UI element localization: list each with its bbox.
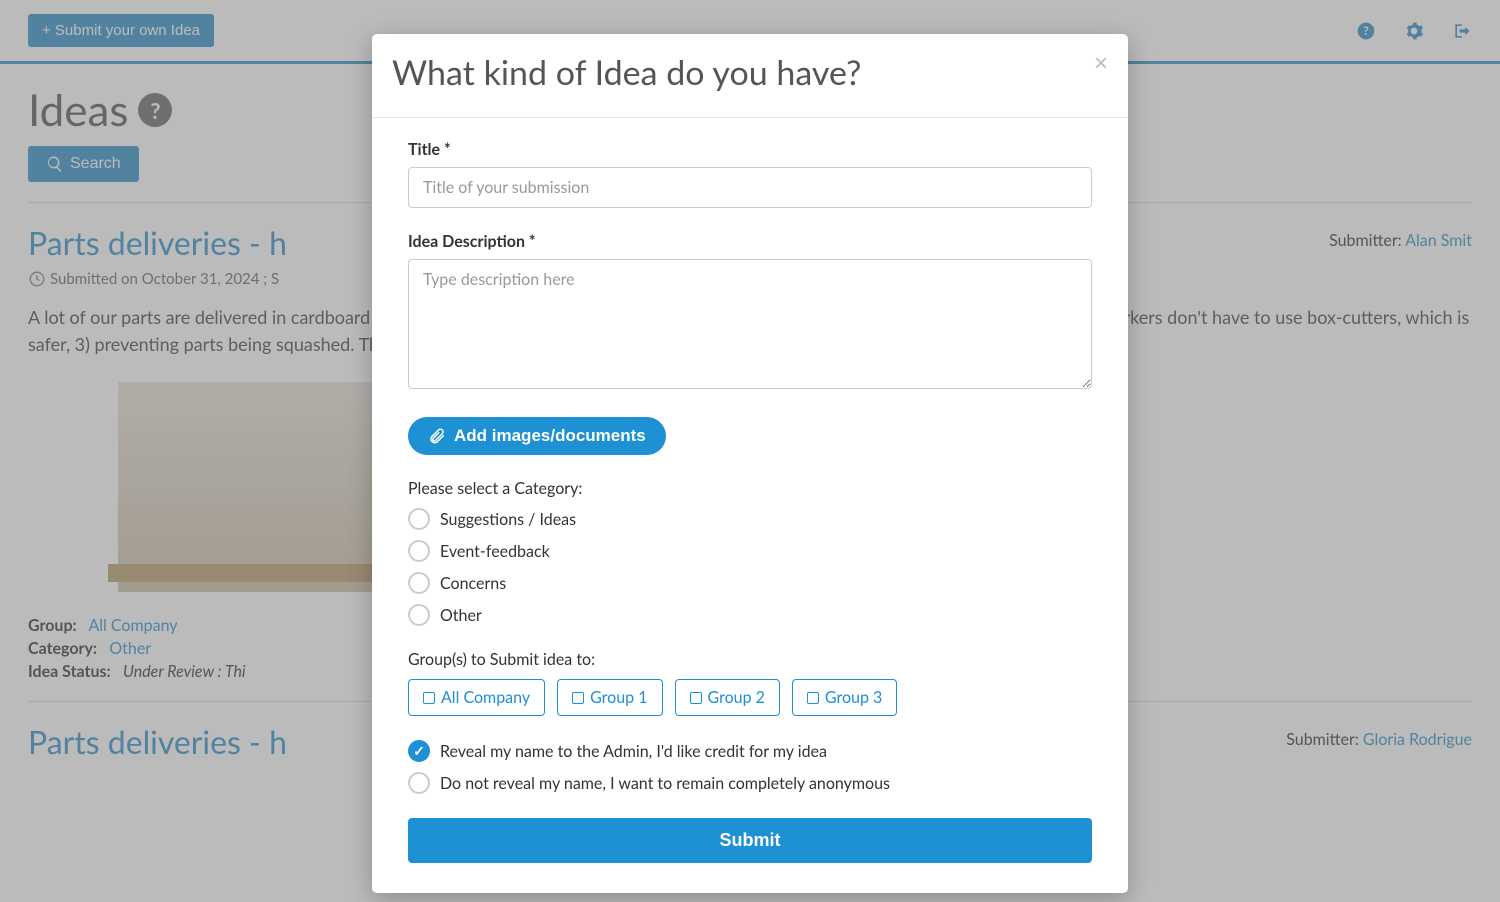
group-chip[interactable]: Group 1 [557, 679, 662, 716]
checkbox-icon [690, 692, 702, 704]
category-option[interactable]: Event-feedback [408, 540, 1092, 562]
checkbox-icon [423, 692, 435, 704]
category-label: Event-feedback [440, 542, 550, 561]
checkbox-icon [572, 692, 584, 704]
category-option[interactable]: Concerns [408, 572, 1092, 594]
radio-icon[interactable] [408, 604, 430, 626]
modal-title: What kind of Idea do you have? [392, 52, 861, 93]
group-chip-label: All Company [441, 688, 530, 707]
anonymity-label: Do not reveal my name, I want to remain … [440, 774, 890, 793]
group-chip-label: Group 1 [590, 688, 647, 707]
radio-icon[interactable] [408, 772, 430, 794]
add-attachment-label: Add images/documents [454, 426, 646, 446]
description-textarea[interactable] [408, 259, 1092, 389]
category-label: Suggestions / Ideas [440, 510, 576, 529]
groups-section-label: Group(s) to Submit idea to: [408, 650, 1092, 669]
category-option[interactable]: Other [408, 604, 1092, 626]
radio-checked-icon[interactable] [408, 740, 430, 762]
radio-icon[interactable] [408, 508, 430, 530]
anonymity-option-reveal[interactable]: Reveal my name to the Admin, I'd like cr… [408, 740, 1092, 762]
radio-icon[interactable] [408, 540, 430, 562]
radio-icon[interactable] [408, 572, 430, 594]
category-label: Other [440, 606, 482, 625]
category-section-label: Please select a Category: [408, 479, 1092, 498]
category-option[interactable]: Suggestions / Ideas [408, 508, 1092, 530]
description-field-label: Idea Description * [408, 232, 1092, 251]
anonymity-option-hide[interactable]: Do not reveal my name, I want to remain … [408, 772, 1092, 794]
group-chip-label: Group 3 [825, 688, 882, 707]
submit-button[interactable]: Submit [408, 818, 1092, 863]
paperclip-icon [428, 427, 446, 445]
group-chip[interactable]: Group 2 [675, 679, 780, 716]
add-attachment-button[interactable]: Add images/documents [408, 417, 666, 455]
title-input[interactable] [408, 167, 1092, 208]
anonymity-label: Reveal my name to the Admin, I'd like cr… [440, 742, 827, 761]
group-chip[interactable]: All Company [408, 679, 545, 716]
submit-idea-modal: What kind of Idea do you have? × Title *… [372, 34, 1128, 893]
group-chip[interactable]: Group 3 [792, 679, 897, 716]
checkbox-icon [807, 692, 819, 704]
close-icon[interactable]: × [1094, 52, 1108, 76]
category-label: Concerns [440, 574, 506, 593]
title-field-label: Title * [408, 140, 1092, 159]
group-chip-label: Group 2 [708, 688, 765, 707]
